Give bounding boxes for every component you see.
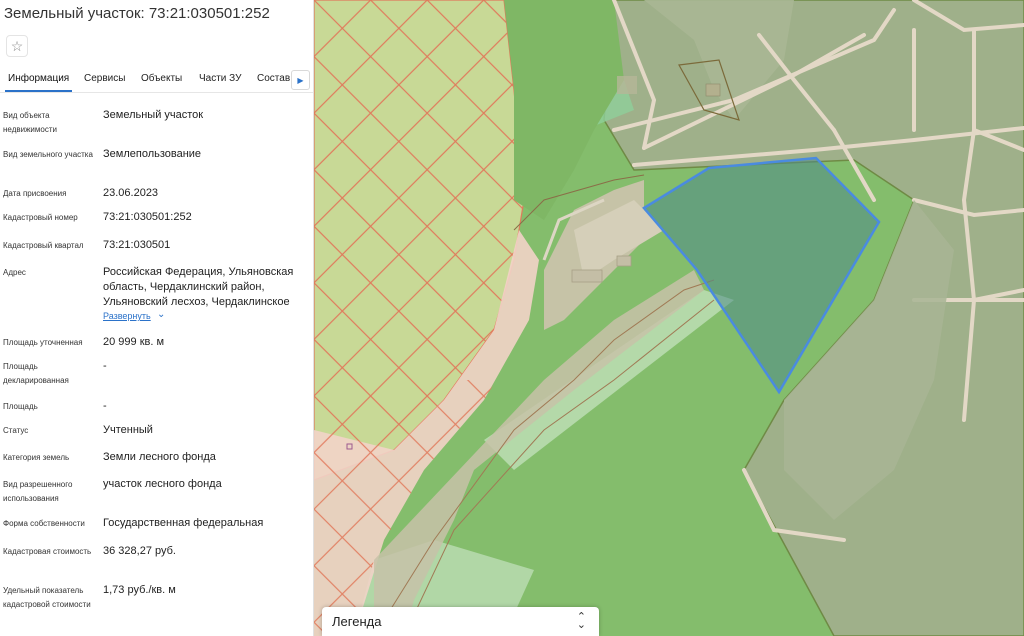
property-value: Земли лесного фонда [103, 451, 216, 463]
property-label: Адрес [3, 268, 26, 277]
property-value: Землепользование [103, 148, 202, 160]
address-value: Российская Федерация, Ульяновская област… [103, 266, 294, 308]
tab-objects[interactable]: Объекты [141, 73, 182, 84]
property-label: Кадастровый номер [3, 213, 78, 222]
property-value: 73:21:030501 [103, 239, 171, 251]
property-label: Вид разрешенного использования [3, 480, 73, 503]
tab-services[interactable]: Сервисы [84, 73, 125, 84]
property-label: Кадастровый квартал [3, 241, 84, 250]
legend-dropdown[interactable]: Легенда ⌃ ⌄ [322, 607, 599, 636]
info-panel: Земельный участок: 73:21:030501:252 ☆ Ин… [0, 0, 314, 636]
tabs-scroll-right-icon[interactable]: ▶ [291, 70, 310, 90]
legend-label: Легенда [332, 614, 382, 629]
cadastral-map[interactable] [313, 0, 1024, 636]
property-label: Кадастровая стоимость [3, 547, 92, 556]
tab-information[interactable]: Информация [4, 73, 73, 92]
property-label: Удельный показатель кадастровой стоимост… [3, 586, 91, 609]
property-value: Учтенный [103, 424, 153, 436]
property-label: Вид объекта недвижимости [3, 111, 57, 134]
property-label: Площадь декларированная [3, 362, 69, 385]
property-label: Категория земель [3, 453, 70, 462]
property-value: 23.06.2023 [103, 187, 159, 199]
tab-bar: Информация Сервисы Объекты Части ЗУ Сост… [0, 68, 313, 93]
expand-link[interactable]: Развернуть [103, 311, 151, 321]
tab-composition[interactable]: Состав [257, 73, 290, 84]
property-label: Вид земельного участка [3, 150, 93, 159]
property-value: участок лесного фонда [103, 478, 222, 490]
property-value: 36 328,27 руб. [103, 545, 176, 557]
property-label: Статус [3, 426, 29, 435]
property-value: - [103, 400, 107, 412]
tab-parts[interactable]: Части ЗУ [199, 73, 241, 84]
property-value: 73:21:030501:252 [103, 211, 192, 223]
property-value: - [103, 360, 107, 372]
property-value: 1,73 руб./кв. м [103, 584, 176, 596]
property-label: Площадь [3, 402, 38, 411]
property-value: Государственная федеральная [103, 517, 264, 529]
property-label: Площадь уточненная [3, 338, 83, 347]
property-label: Дата присвоения [3, 189, 67, 198]
expand-collapse-icon[interactable]: ⌃ ⌄ [577, 612, 586, 631]
chevron-down-icon[interactable]: ⌄ [157, 309, 165, 320]
property-label: Форма собственности [3, 519, 85, 528]
favorite-star-icon[interactable]: ☆ [6, 35, 28, 57]
property-value: 20 999 кв. м [103, 336, 165, 348]
property-value: Земельный участок [103, 109, 204, 121]
page-title: Земельный участок: 73:21:030501:252 [4, 5, 270, 22]
